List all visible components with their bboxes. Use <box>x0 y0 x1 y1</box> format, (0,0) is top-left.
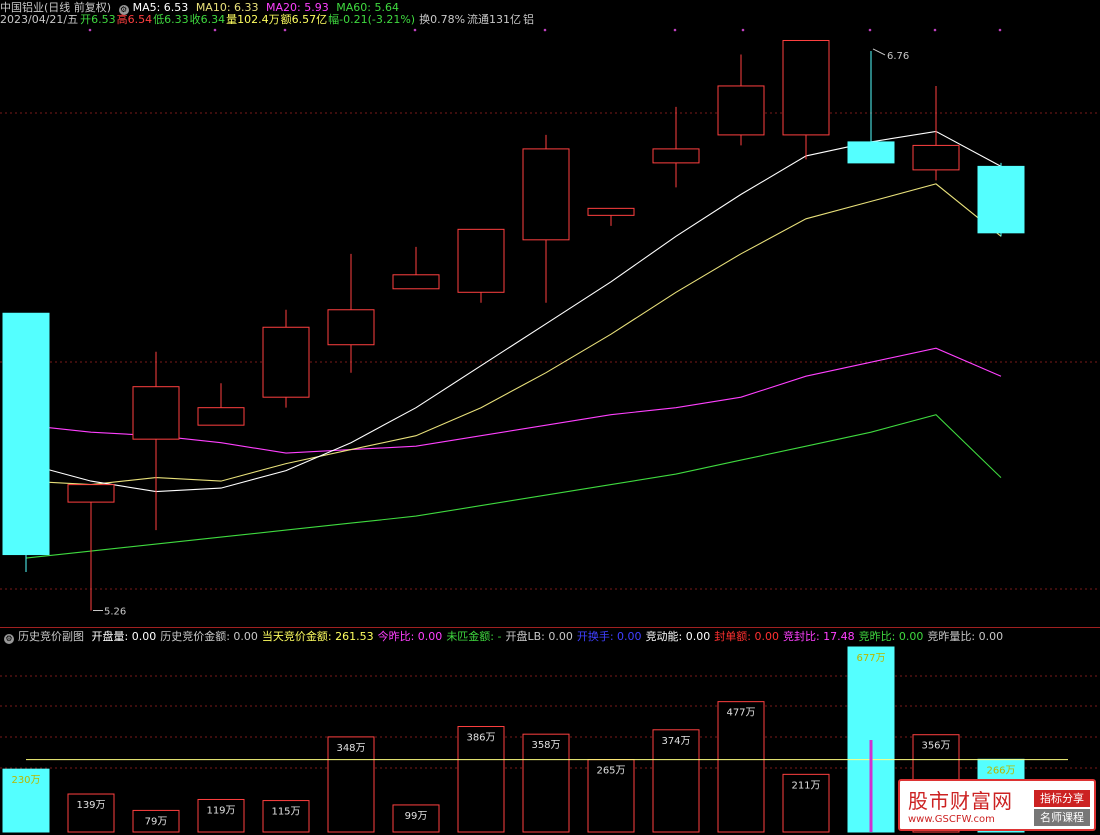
volume-label-3: 119万 <box>206 805 235 816</box>
low-label: 低6.33 <box>153 13 189 26</box>
candle-body-13 <box>847 141 895 164</box>
marker-dot-4 <box>543 28 547 32</box>
marker-dot-1 <box>213 28 217 32</box>
watermark-tag-share: 指标分享 <box>1034 790 1090 807</box>
marker-dot-9 <box>998 28 1002 32</box>
sub-item-1: 历史竞价金额: 0.00 <box>160 630 258 643</box>
volume-label-13: 677万 <box>856 653 885 664</box>
sub-item-2: 当天竞价金额: 261.53 <box>261 630 374 643</box>
low-price-label: 5.26 <box>104 607 126 618</box>
marker-dot-7 <box>868 28 872 32</box>
sub-item-10: 竞昨比: 0.00 <box>858 630 924 643</box>
marker-dot-0 <box>88 28 92 32</box>
candle-body-12 <box>782 39 830 136</box>
candle-body-8 <box>522 148 570 241</box>
high-price-label: 6.76 <box>887 51 909 62</box>
volume-label-12: 211万 <box>791 780 820 791</box>
candle-body-14 <box>912 144 960 171</box>
sub-item-7: 竞动能: 0.00 <box>645 630 711 643</box>
amount-label: 额6.57亿 <box>280 13 328 26</box>
indicator-settings-icon[interactable]: ⚙ <box>4 634 14 644</box>
volume-label: 量102.4万 <box>226 13 280 26</box>
candle-body-1 <box>67 484 115 503</box>
watermark-tag-course: 名师课程 <box>1034 809 1090 826</box>
turnover-label: 换0.78% <box>419 13 466 26</box>
candle-body-11 <box>717 85 765 136</box>
volume-label-9: 265万 <box>596 766 625 777</box>
candle-body-5 <box>327 309 375 346</box>
candle-body-10 <box>652 148 700 164</box>
sub-header: ⚙ 历史竞价副图 开盘量: 0.00 历史竞价金额: 0.00 当天竞价金额: 261… <box>4 630 1011 644</box>
candle-body-4 <box>262 326 310 398</box>
sub-item-5: 开盘LB: 0.00 <box>505 630 573 643</box>
sub-item-6: 开换手: 0.00 <box>576 630 642 643</box>
candle-body-0 <box>2 312 50 556</box>
watermark-url: www.GSCFW.com <box>908 814 995 825</box>
sub-item-0: 开盘量: 0.00 <box>91 630 157 643</box>
volume-label-5: 348万 <box>336 743 365 754</box>
volume-label-2: 79万 <box>145 816 168 827</box>
candle-body-2 <box>132 386 180 440</box>
volume-label-6: 99万 <box>405 811 428 822</box>
volume-label-8: 358万 <box>531 740 560 751</box>
float-label: 流通131亿 <box>467 13 522 26</box>
candle-body-9 <box>587 207 635 216</box>
sub-item-9: 竞封比: 17.48 <box>782 630 855 643</box>
candle-body-15 <box>977 165 1025 234</box>
volume-label-0: 230万 <box>11 775 40 786</box>
watermark-title: 股市财富网 <box>908 789 1013 813</box>
volume-label-14: 356万 <box>921 741 950 752</box>
marker-dot-3 <box>413 28 417 32</box>
sub-item-3: 今昨比: 0.00 <box>377 630 443 643</box>
sub-indicator-values: 开盘量: 0.00 历史竞价金额: 0.00 当天竞价金额: 261.53 今昨比: … <box>92 630 1008 643</box>
marker-dot-6 <box>741 28 745 32</box>
watermark-logo: 股市财富网 www.GSCFW.com 指标分享 名师课程 <box>898 779 1096 831</box>
info-header: 2023/04/21/五 开6.53高6.54低6.33收6.34量102.4万额… <box>0 13 538 27</box>
volume-label-11: 477万 <box>726 708 755 719</box>
volume-label-7: 386万 <box>466 733 495 744</box>
high-label: 高6.54 <box>116 13 153 26</box>
sub-title[interactable]: 历史竞价副图 <box>18 630 84 643</box>
volume-bar-11 <box>717 701 765 833</box>
open-label: 开6.53 <box>80 13 116 26</box>
sub-item-11: 竞昨量比: 0.00 <box>927 630 1004 643</box>
volume-label-15: 266万 <box>986 765 1015 776</box>
marker-dot-8 <box>933 28 937 32</box>
kline-chart: 6.76 5.26 230万 139万 79万 119万 115万 348万 99万 386万 35… <box>0 28 1100 833</box>
close-label: 收6.34 <box>189 13 226 26</box>
marker-dot-5 <box>673 28 677 32</box>
high-pointer <box>872 48 886 56</box>
candle-body-7 <box>457 228 505 293</box>
date-label: 2023/04/21/五 <box>0 13 79 26</box>
marker-dot-2 <box>283 28 287 32</box>
candle-body-3 <box>197 407 245 426</box>
volume-label-10: 374万 <box>661 736 690 747</box>
candle-body-6 <box>392 274 440 290</box>
sub-item-4: 未匹金额: - <box>446 630 502 643</box>
volume-label-1: 139万 <box>76 800 105 811</box>
sub-item-8: 封单额: 0.00 <box>714 630 779 643</box>
sector-label[interactable]: 铝 <box>523 13 534 26</box>
change-label: 幅-0.21(-3.21%) <box>328 13 416 26</box>
volume-label-4: 115万 <box>271 807 300 818</box>
